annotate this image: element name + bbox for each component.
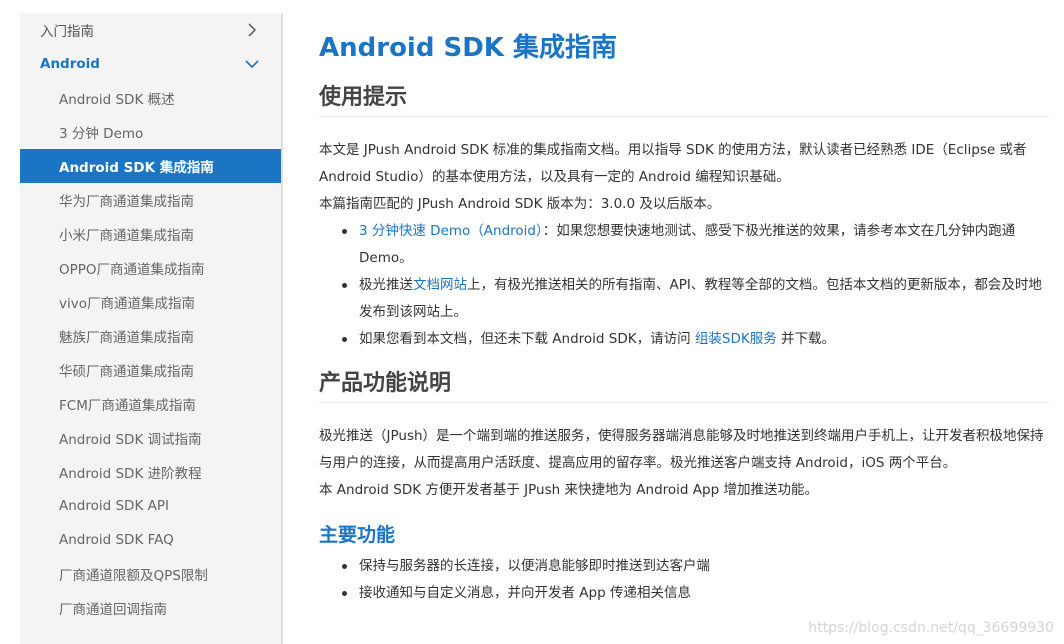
- sidebar-item-label: 厂商通道限额及QPS限制: [59, 568, 208, 584]
- sidebar-item-vivo[interactable]: vivo厂商通道集成指南: [20, 285, 281, 319]
- sidebar-item-integration-guide[interactable]: Android SDK 集成指南: [20, 149, 281, 183]
- main-content: Android SDK 集成指南 使用提示 本文是 JPush Android …: [319, 25, 1049, 607]
- chevron-right-icon: [243, 21, 261, 39]
- sidebar-item-label: FCM厂商通道集成指南: [59, 398, 196, 414]
- sidebar-item-label: Android SDK 集成指南: [59, 160, 214, 176]
- sidebar-section-label: Android: [40, 56, 100, 72]
- usage-paragraph-2: 本篇指南匹配的 JPush Android SDK 版本为：3.0.0 及以后版…: [319, 196, 721, 212]
- product-paragraph-1: 极光推送（JPush）是一个端到端的推送服务，使得服务器端消息能够及时地推送到终…: [319, 428, 1044, 471]
- sidebar-item-api[interactable]: Android SDK API: [20, 489, 281, 523]
- sidebar-item-label: 3 分钟 Demo: [59, 126, 144, 142]
- sidebar-item-oppo[interactable]: OPPO厂商通道集成指南: [20, 251, 281, 285]
- sidebar-item-label: Android SDK API: [59, 498, 169, 514]
- product-paragraph-2: 本 Android SDK 方便开发者基于 JPush 来快捷地为 Androi…: [319, 482, 818, 498]
- sidebar-item-sdk-overview[interactable]: Android SDK 概述: [20, 81, 281, 115]
- sidebar-item-asus[interactable]: 华硕厂商通道集成指南: [20, 353, 281, 387]
- list-item: 3 分钟快速 Demo（Android）：如果您想要快速地测试、感受下极光推送的…: [339, 218, 1049, 272]
- list-item: 保持与服务器的长连接，以便消息能够即时推送到达客户端: [339, 553, 1049, 580]
- sidebar-item-getting-started[interactable]: 入门指南: [20, 13, 281, 47]
- sidebar-item-advanced[interactable]: Android SDK 进阶教程: [20, 455, 281, 489]
- list-item-text: 如果您看到本文档，但还未下载 Android SDK，请访问: [359, 331, 695, 347]
- list-item-text: 极光推送: [359, 277, 413, 293]
- product-heading: 产品功能说明: [319, 365, 1049, 403]
- usage-heading: 使用提示: [319, 79, 1049, 117]
- list-item-text: 并下载。: [776, 331, 836, 347]
- sidebar-item-callback[interactable]: 厂商通道回调指南: [20, 591, 281, 625]
- sidebar: 入门指南 Android Android SDK 概述 3 分钟 Demo An…: [20, 13, 283, 644]
- list-item: 接收通知与自定义消息，并向开发者 App 传递相关信息: [339, 580, 1049, 607]
- list-item: 极光推送文档网站上，有极光推送相关的所有指南、API、教程等全部的文档。包括本文…: [339, 272, 1049, 326]
- sidebar-item-label: 厂商通道回调指南: [59, 602, 167, 618]
- sidebar-item-fcm[interactable]: FCM厂商通道集成指南: [20, 387, 281, 421]
- sidebar-item-huawei[interactable]: 华为厂商通道集成指南: [20, 183, 281, 217]
- sidebar-item-meizu[interactable]: 魅族厂商通道集成指南: [20, 319, 281, 353]
- usage-list: 3 分钟快速 Demo（Android）：如果您想要快速地测试、感受下极光推送的…: [319, 218, 1049, 353]
- sidebar-item-label: 小米厂商通道集成指南: [59, 228, 194, 244]
- features-list: 保持与服务器的长连接，以便消息能够即时推送到达客户端 接收通知与自定义消息，并向…: [319, 553, 1049, 607]
- sidebar-item-label: OPPO厂商通道集成指南: [59, 262, 205, 278]
- list-item: 如果您看到本文档，但还未下载 Android SDK，请访问 组装SDK服务 并…: [339, 326, 1049, 353]
- sidebar-item-xiaomi[interactable]: 小米厂商通道集成指南: [20, 217, 281, 251]
- sidebar-section-android[interactable]: Android: [20, 47, 281, 81]
- sidebar-item-label: Android SDK FAQ: [59, 532, 174, 548]
- sidebar-item-label: vivo厂商通道集成指南: [59, 296, 195, 312]
- sidebar-item-debug-guide[interactable]: Android SDK 调试指南: [20, 421, 281, 455]
- sidebar-item-label: Android SDK 调试指南: [59, 432, 202, 448]
- sidebar-item-3min-demo[interactable]: 3 分钟 Demo: [20, 115, 281, 149]
- demo-link[interactable]: 3 分钟快速 Demo（Android）: [359, 223, 543, 239]
- sidebar-item-qps-limit[interactable]: 厂商通道限额及QPS限制: [20, 557, 281, 591]
- watermark: https://blog.csdn.net/qq_36699930: [808, 620, 1054, 636]
- sidebar-item-label: Android SDK 概述: [59, 92, 175, 108]
- sdk-service-link[interactable]: 组装SDK服务: [695, 331, 777, 347]
- sidebar-item-label: 华硕厂商通道集成指南: [59, 364, 194, 380]
- sidebar-item-label: 华为厂商通道集成指南: [59, 194, 194, 210]
- docs-site-link[interactable]: 文档网站: [413, 277, 467, 293]
- page-title: Android SDK 集成指南: [319, 33, 618, 63]
- sidebar-item-label: Android SDK 进阶教程: [59, 466, 202, 482]
- sidebar-item-label: 魅族厂商通道集成指南: [59, 330, 194, 346]
- sidebar-item-faq[interactable]: Android SDK FAQ: [20, 523, 281, 557]
- chevron-down-icon: [243, 55, 261, 73]
- usage-paragraph-1: 本文是 JPush Android SDK 标准的集成指南文档。用以指导 SDK…: [319, 142, 1027, 185]
- sidebar-item-label: 入门指南: [40, 24, 94, 40]
- features-heading: 主要功能: [319, 524, 396, 546]
